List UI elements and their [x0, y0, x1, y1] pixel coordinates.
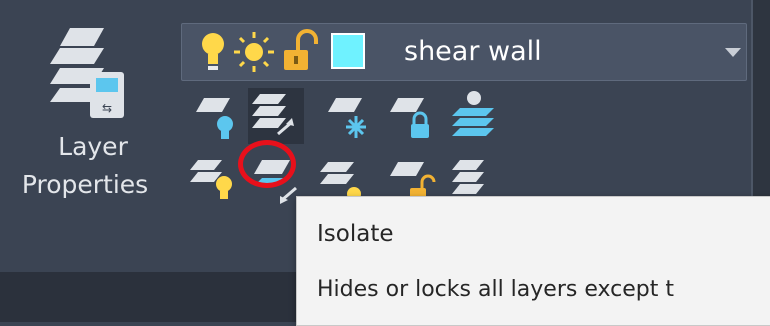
current-layer-name: shear wall — [404, 36, 542, 67]
layer-off-button[interactable] — [190, 92, 246, 148]
layer-properties-button[interactable]: ⇆ Layer Properties — [18, 14, 168, 214]
tooltip-description: Hides or locks all layers except t — [317, 277, 674, 302]
color-swatch-icon — [331, 33, 365, 69]
layer-off-icon — [196, 98, 233, 139]
make-current-icon — [452, 91, 494, 136]
layer-freeze-button[interactable] — [322, 92, 378, 148]
layer-lock-icon — [390, 98, 429, 138]
layer-properties-label-line1: Layer — [58, 132, 128, 161]
layer-on-button[interactable] — [186, 152, 242, 208]
unlock-icon — [284, 29, 318, 70]
chevron-down-icon — [725, 48, 741, 57]
layer-freeze-icon — [328, 98, 366, 138]
tooltip-title: Isolate — [317, 221, 394, 247]
tooltip: Isolate Hides or locks all layers except… — [296, 196, 770, 326]
sun-icon — [234, 32, 274, 72]
make-current-button[interactable] — [446, 88, 502, 144]
layer-lock-button[interactable] — [384, 92, 440, 148]
isolate-icon — [252, 94, 294, 136]
layer-properties-label-line2: Properties — [21, 170, 149, 199]
svg-text:⇆: ⇆ — [102, 101, 112, 115]
bulb-on-icon — [202, 33, 224, 70]
layer-properties-icon: ⇆ — [50, 28, 124, 118]
layer-on-icon — [190, 160, 232, 199]
isolate-button[interactable] — [248, 88, 304, 144]
layer-dropdown[interactable]: shear wall — [181, 23, 747, 81]
